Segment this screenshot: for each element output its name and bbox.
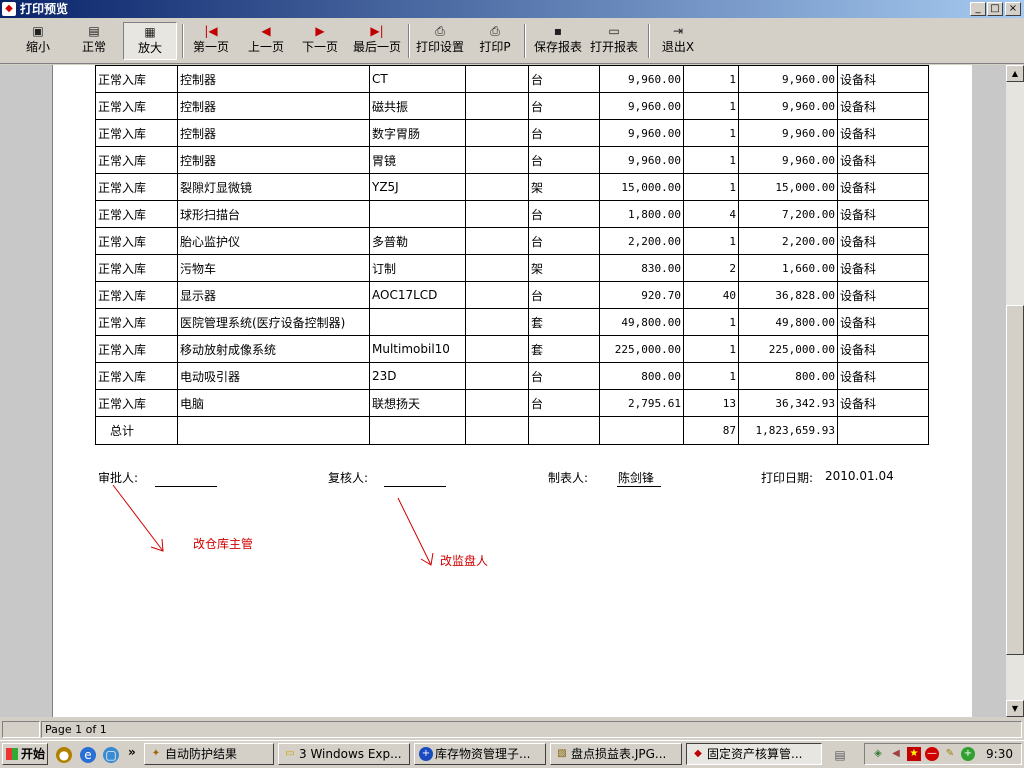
annotation-warehouse-manager: 改仓库主管 xyxy=(193,537,254,551)
zoom-out-button[interactable]: ▣ 缩小 xyxy=(14,22,62,60)
prev-page-button[interactable]: ◀ 上一页 xyxy=(243,22,289,60)
tray-stop-icon[interactable]: — xyxy=(925,747,939,761)
exit-button[interactable]: ⇥ 退出X xyxy=(656,22,700,60)
next-page-icon: ▶ xyxy=(315,24,325,38)
page-icon: ▤ xyxy=(88,24,100,38)
image-viewer-icon: ▧ xyxy=(557,748,567,759)
title-bar: ◆ 打印预览 _ □ × xyxy=(0,0,1024,18)
taskbar: 开始 ● e ▢ » ✦ 自动防护结果 ▭ 3 Windows Exp... +… xyxy=(0,740,1024,768)
tray-tool-icon[interactable]: ✎ xyxy=(943,747,957,761)
zoom-out-icon: ▣ xyxy=(32,24,44,38)
arrow-head-reviewer xyxy=(420,552,434,566)
toolbar: ▣ 缩小 ▤ 正常 ▦ 放大 |◀ 第一页 ◀ 上一页 ▶ 下一页 ▶| 最后一… xyxy=(0,18,1024,64)
show-desktop-icon[interactable]: ▢ xyxy=(103,747,119,763)
shield-icon: ✦ xyxy=(151,748,161,759)
status-cell-empty xyxy=(2,721,40,738)
first-page-button[interactable]: |◀ 第一页 xyxy=(188,22,234,60)
toolbar-separator xyxy=(408,24,410,58)
exit-door-icon: ⇥ xyxy=(672,24,684,38)
quicklaunch-app-icon[interactable]: ● xyxy=(56,747,72,763)
annotation-inventory-supervisor: 改监盘人 xyxy=(440,554,489,568)
preview-area: 正常入库 控制器 CT 台 9,960.00 1 9,960.00 设备科 正常入库 控制器 磁共振… xyxy=(0,65,1006,717)
app-icon: ◆ xyxy=(2,2,16,16)
arrow-to-approver xyxy=(112,484,164,552)
tray-volume-icon[interactable]: ◀ xyxy=(889,747,903,761)
floppy-disk-icon: ▪ xyxy=(553,24,563,38)
print-button[interactable]: ⎙ 打印P xyxy=(474,22,516,60)
window-title: 打印预览 xyxy=(20,2,69,16)
prev-page-icon: ◀ xyxy=(261,24,271,38)
app-diamond-icon: ◆ xyxy=(694,748,702,759)
clock: 9:30 xyxy=(986,747,1013,761)
system-tray: ◈ ◀ ★ — ✎ + 9:30 xyxy=(864,743,1022,765)
quicklaunch-overflow[interactable]: » xyxy=(128,745,136,759)
tray-app-icon[interactable]: ★ xyxy=(907,747,921,761)
toolbar-separator xyxy=(182,24,184,58)
zoom-in-button[interactable]: ▦ 放大 xyxy=(123,22,177,60)
annotation-arrows xyxy=(112,484,434,566)
next-page-button[interactable]: ▶ 下一页 xyxy=(297,22,343,60)
printer-icon: ⎙ xyxy=(490,24,500,38)
toolbar-separator xyxy=(648,24,650,58)
open-report-button[interactable]: ▭ 打开报表 xyxy=(586,22,642,60)
last-page-button[interactable]: ▶| 最后一页 xyxy=(349,22,405,60)
arrow-to-reviewer xyxy=(397,497,432,566)
task-windows-explorer[interactable]: ▭ 3 Windows Exp... xyxy=(278,743,410,765)
maximize-button[interactable]: □ xyxy=(987,2,1003,16)
last-page-icon: ▶| xyxy=(370,24,384,38)
minimize-button[interactable]: _ xyxy=(970,2,986,16)
page-margin-right xyxy=(972,65,1006,717)
scroll-up-button[interactable]: ▲ xyxy=(1006,65,1024,82)
scroll-thumb[interactable] xyxy=(1006,305,1024,655)
report-page: 正常入库 控制器 CT 台 9,960.00 1 9,960.00 设备科 正常入库 控制器 磁共振… xyxy=(53,65,972,717)
printer-setup-icon: ⎙ xyxy=(435,24,445,38)
vertical-scrollbar[interactable]: ▲ ▼ xyxy=(1006,65,1024,717)
print-setup-button[interactable]: ⎙ 打印设置 xyxy=(412,22,468,60)
internet-explorer-icon[interactable]: e xyxy=(80,747,96,763)
plus-app-icon: + xyxy=(419,747,433,761)
start-button[interactable]: 开始 xyxy=(2,743,48,765)
open-folder-icon: ▭ xyxy=(608,24,620,38)
first-page-icon: |◀ xyxy=(204,24,218,38)
page-margin-left xyxy=(0,65,52,717)
taskbar-toolbar-icon[interactable]: ▤ xyxy=(832,747,848,763)
page-info: Page 1 of 1 xyxy=(41,721,1022,738)
status-bar: Page 1 of 1 xyxy=(0,719,1024,739)
task-auto-protect[interactable]: ✦ 自动防护结果 xyxy=(144,743,274,765)
task-image-viewer[interactable]: ▧ 盘点损益表.JPG... xyxy=(550,743,682,765)
save-report-button[interactable]: ▪ 保存报表 xyxy=(530,22,586,60)
windows-flag-icon xyxy=(6,748,18,760)
task-fixed-assets[interactable]: ◆ 固定资产核算管... xyxy=(686,743,822,765)
tray-update-icon[interactable]: + xyxy=(961,747,975,761)
zoom-in-icon: ▦ xyxy=(144,25,156,39)
folder-icon: ▭ xyxy=(285,748,295,759)
toolbar-separator xyxy=(524,24,526,58)
task-inventory-system[interactable]: + 库存物资管理子... xyxy=(414,743,546,765)
normal-zoom-button[interactable]: ▤ 正常 xyxy=(68,22,120,60)
tray-network-icon[interactable]: ◈ xyxy=(871,747,885,761)
close-button[interactable]: × xyxy=(1005,2,1021,16)
scroll-down-button[interactable]: ▼ xyxy=(1006,700,1024,717)
